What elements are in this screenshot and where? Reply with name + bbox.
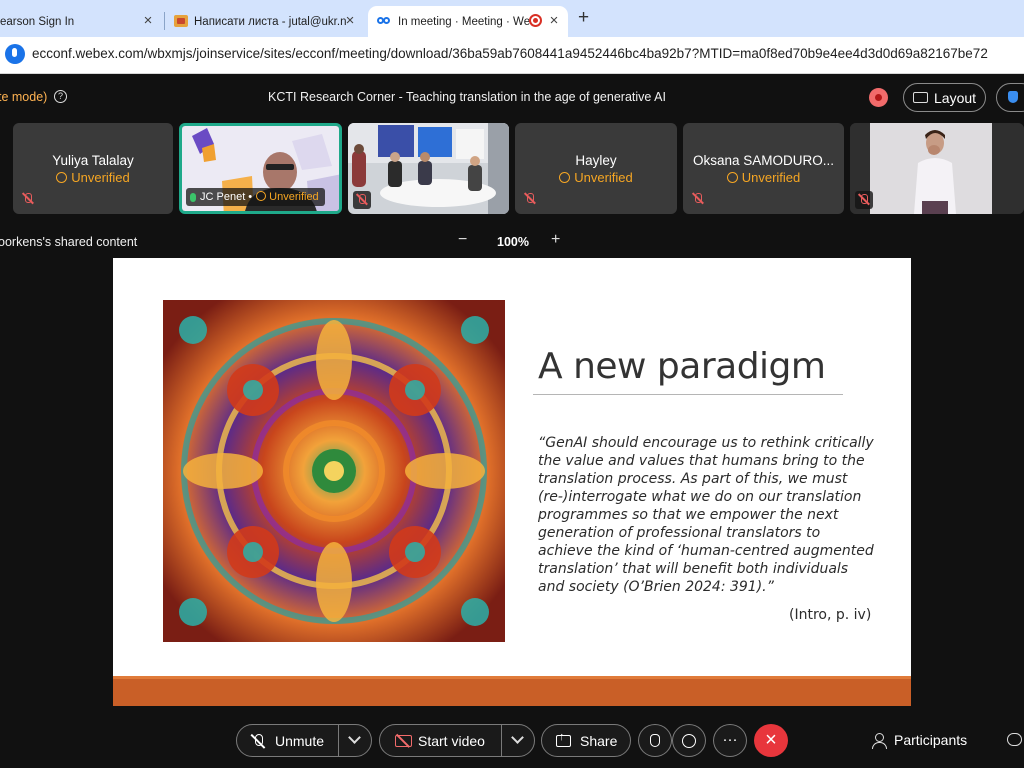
mic-muted-icon [356, 194, 368, 206]
share-screen-icon [556, 731, 571, 747]
unverified-icon [559, 172, 571, 183]
recording-icon[interactable] [869, 88, 888, 107]
mic-muted-icon [22, 193, 34, 205]
unmute-button[interactable]: Unmute [275, 733, 324, 749]
share-button[interactable]: Share [541, 724, 631, 757]
mic-muted-icon [524, 193, 536, 205]
close-tab-icon[interactable]: × [546, 13, 562, 29]
tab-label: In meeting · Meeting · We [398, 15, 531, 28]
recording-indicator-icon [529, 14, 542, 27]
layout-grid-icon [913, 92, 928, 103]
reactions-button[interactable] [672, 724, 706, 757]
raise-hand-button[interactable] [638, 724, 672, 757]
chevron-down-icon[interactable] [511, 731, 524, 744]
kaleidoscope-image [163, 300, 505, 642]
participant-tile-oksana[interactable]: Oksana SAMODURO... Unverified [683, 123, 844, 214]
people-icon [872, 732, 887, 749]
new-tab-button[interactable]: + [578, 7, 589, 29]
participants-button[interactable]: Participants [872, 732, 968, 749]
participant-name: Hayley [575, 153, 617, 168]
unverified-badge: Unverified [683, 170, 844, 185]
participant-name-label: JC Penet • Unverified [186, 188, 325, 206]
divider [501, 725, 502, 756]
meeting-title: KCTI Research Corner - Teaching translat… [268, 90, 666, 104]
unmute-control[interactable]: Unmute [236, 724, 372, 757]
mic-status [353, 191, 371, 209]
participant-tile-hayley[interactable]: Hayley Unverified [515, 123, 677, 214]
zoom-level: 100% [497, 235, 529, 249]
participant-tile-room[interactable] [348, 123, 509, 214]
chevron-down-icon[interactable] [348, 731, 361, 744]
unverified-badge: Unverified [515, 170, 677, 185]
participant-name: Yuliya Talalay [52, 153, 134, 168]
mail-favicon-icon [174, 15, 188, 27]
start-video-button[interactable]: Start video [418, 733, 485, 749]
unverified-badge: Unverified [256, 191, 319, 203]
video-control[interactable]: Start video [379, 724, 535, 757]
tab-webex-meeting[interactable]: In meeting · Meeting · We × [368, 6, 568, 37]
share-label: Share [580, 733, 618, 749]
tab-label: Написати листа - jutal@ukr.n [194, 15, 347, 28]
mic-muted-icon [858, 194, 870, 206]
participant-tile-yuliya[interactable]: Yuliya Talalay Unverified [13, 123, 173, 214]
unverified-icon [56, 172, 68, 183]
security-shield-button[interactable] [996, 83, 1024, 112]
title-divider [533, 394, 843, 395]
participant-name: Oksana SAMODURO... [692, 153, 835, 168]
participant-video [348, 123, 509, 214]
hand-icon [650, 734, 660, 747]
tab-mail[interactable]: Написати листа - jutal@ukr.n × [166, 6, 364, 37]
layout-label: Layout [934, 89, 977, 106]
slide-title: A new paradigm [538, 346, 826, 387]
mic-muted-icon [251, 734, 265, 750]
slide-quote: “GenAI should encourage us to rethink cr… [538, 435, 874, 595]
participant-video [850, 123, 1024, 214]
layout-button[interactable]: Layout [903, 83, 986, 112]
zoom-in-button[interactable]: + [551, 231, 560, 249]
participant-tile-video[interactable] [850, 123, 1024, 214]
slide-footer-bar [113, 676, 911, 706]
tab-separator [164, 12, 165, 30]
close-tab-icon[interactable]: × [342, 13, 358, 29]
browser-tab-bar: earson Sign In × Написати листа - jutal@… [0, 0, 1024, 37]
mic-muted-icon [692, 193, 704, 205]
camera-off-icon [395, 735, 412, 747]
leave-meeting-button[interactable]: × [754, 724, 788, 757]
shared-slide: A new paradigm “GenAI should encourage u… [113, 258, 911, 706]
audio-level-icon [190, 192, 196, 202]
divider [338, 725, 339, 756]
unverified-icon [726, 172, 738, 183]
more-options-button[interactable]: ··· [713, 724, 747, 757]
unverified-badge: Unverified [13, 170, 173, 185]
webex-favicon-icon [377, 15, 391, 27]
participant-tile-jc-penet[interactable]: JC Penet • Unverified [179, 123, 342, 214]
chat-icon[interactable] [1007, 733, 1022, 746]
site-mic-icon[interactable] [5, 44, 25, 64]
emoji-icon [682, 734, 696, 748]
close-tab-icon[interactable]: × [140, 13, 156, 29]
slide-citation: (Intro, p. iv) [789, 607, 872, 623]
shared-content-label: oorkens's shared content [0, 235, 138, 249]
url-text[interactable]: ecconf.webex.com/wbxmjs/joinservice/site… [32, 46, 988, 61]
zoom-out-button[interactable]: − [458, 231, 467, 249]
participants-label: Participants [894, 732, 968, 748]
mic-status [855, 191, 873, 209]
tab-label: earson Sign In [0, 15, 75, 28]
tab-pearson[interactable]: earson Sign In × [0, 6, 162, 37]
